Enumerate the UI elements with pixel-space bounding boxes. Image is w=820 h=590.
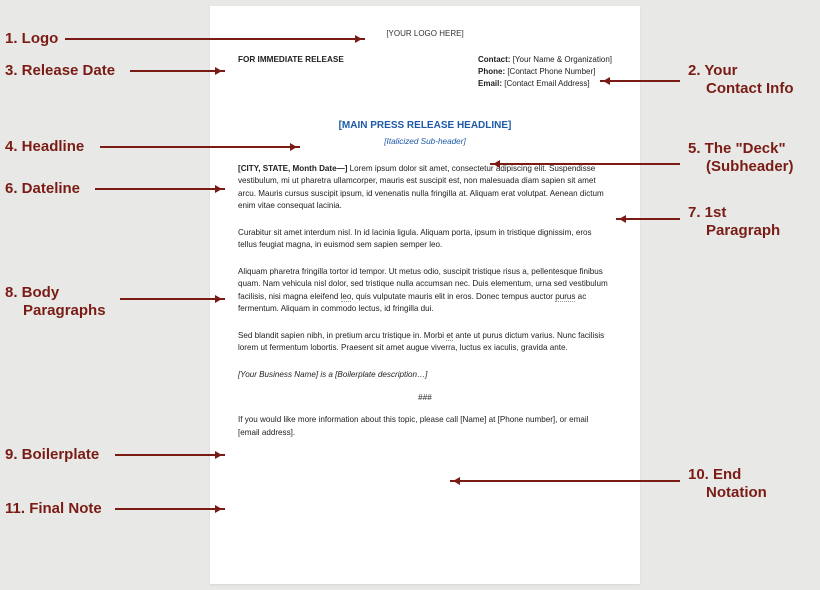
- phone-line: Phone: [Contact Phone Number]: [478, 66, 612, 78]
- paragraph-2: Curabitur sit amet interdum nisl. In id …: [238, 227, 612, 252]
- label-end-b: Notation: [688, 484, 767, 502]
- label-contact-a: 2. Your: [688, 62, 737, 79]
- label-release-date: 3. Release Date: [5, 62, 115, 80]
- label-dateline: 6. Dateline: [5, 180, 80, 198]
- arrow-icon: [450, 480, 680, 482]
- arrow-icon: [600, 80, 680, 82]
- label-body-paragraphs: 8. Body Paragraphs: [5, 284, 106, 320]
- arrow-icon: [130, 70, 225, 72]
- arrow-icon: [616, 218, 680, 220]
- label-deck-a: 5. The "Deck": [688, 140, 786, 157]
- contact-line: Contact: [Your Name & Organization]: [478, 54, 612, 66]
- arrow-icon: [100, 146, 300, 148]
- label-final-note: 11. Final Note: [5, 500, 102, 518]
- arrow-icon: [490, 163, 680, 165]
- label-contact-info: 2. Your Contact Info: [688, 62, 794, 98]
- press-release-document: [YOUR LOGO HERE] FOR IMMEDIATE RELEASE C…: [210, 6, 640, 584]
- label-p1-a: 7. 1st: [688, 204, 726, 221]
- label-logo: 1. Logo: [5, 30, 58, 48]
- boilerplate: [Your Business Name] is a [Boilerplate d…: [238, 369, 612, 382]
- paragraph-3: Aliquam pharetra fringilla tortor id tem…: [238, 266, 612, 316]
- phone-value: [Contact Phone Number]: [505, 67, 595, 76]
- arrow-icon: [120, 298, 225, 300]
- release-date: FOR IMMEDIATE RELEASE: [238, 54, 344, 67]
- arrow-icon: [65, 38, 365, 40]
- paragraph-1: [CITY, STATE, Month Date—] Lorem ipsum d…: [238, 163, 612, 213]
- headline: [MAIN PRESS RELEASE HEADLINE]: [238, 118, 612, 134]
- paragraph-4: Sed blandit sapien nibh, in pretium arcu…: [238, 330, 612, 355]
- label-body-a: 8. Body: [5, 284, 59, 301]
- email-line: Email: [Contact Email Address]: [478, 78, 612, 90]
- contact-value: [Your Name & Organization]: [510, 55, 612, 64]
- contact-label: Contact:: [478, 55, 510, 64]
- arrow-icon: [95, 188, 225, 190]
- label-deck-b: (Subheader): [688, 158, 794, 176]
- label-p1-b: Paragraph: [688, 222, 780, 240]
- arrow-icon: [115, 454, 225, 456]
- p3-d: purus: [555, 292, 575, 302]
- final-note: If you would like more information about…: [238, 414, 612, 439]
- end-notation: ###: [238, 392, 612, 405]
- label-end-a: 10. End: [688, 466, 741, 483]
- contact-block: Contact: [Your Name & Organization] Phon…: [478, 54, 612, 90]
- label-deck: 5. The "Deck" (Subheader): [688, 140, 794, 176]
- label-body-b: Paragraphs: [5, 302, 106, 320]
- top-row: FOR IMMEDIATE RELEASE Contact: [Your Nam…: [238, 54, 612, 90]
- email-value: [Contact Email Address]: [502, 79, 590, 88]
- label-contact-b: Contact Info: [688, 80, 794, 98]
- label-first-paragraph: 7. 1st Paragraph: [688, 204, 780, 240]
- p3-c: , quis vulputate mauris elit in eros. Do…: [351, 292, 555, 301]
- email-label: Email:: [478, 79, 502, 88]
- arrow-icon: [115, 508, 225, 510]
- p3-b: leo: [341, 292, 352, 302]
- p4-a: Sed blandit sapien nibh, in pretium arcu…: [238, 331, 446, 340]
- label-boilerplate: 9. Boilerplate: [5, 446, 99, 464]
- dateline: [CITY, STATE, Month Date—]: [238, 164, 347, 173]
- label-end-notation: 10. End Notation: [688, 466, 767, 502]
- label-headline: 4. Headline: [5, 138, 84, 156]
- phone-label: Phone:: [478, 67, 505, 76]
